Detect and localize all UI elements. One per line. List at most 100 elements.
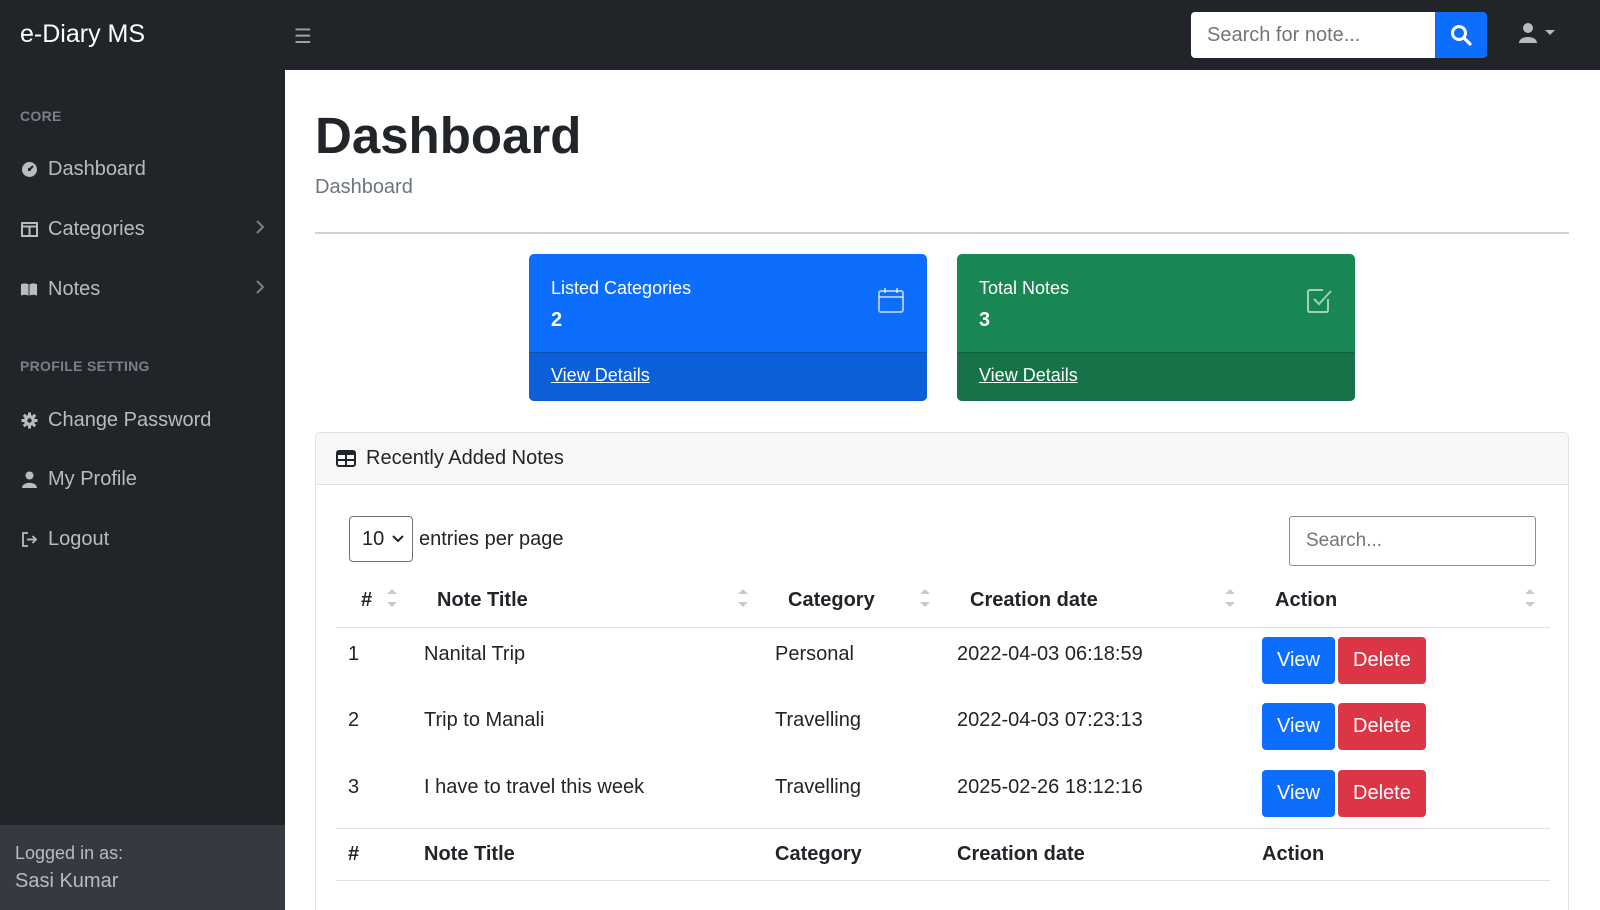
divider [315, 232, 1569, 234]
note-creation-date: 2022-04-03 06:18:59 [957, 642, 1143, 665]
user-icon [1519, 23, 1537, 43]
entries-label: entries per page [419, 527, 564, 550]
entries-per-page-select[interactable]: 10 [349, 516, 413, 562]
card-label: Listed Categories [551, 278, 692, 298]
delete-button[interactable]: Delete [1338, 770, 1426, 817]
table-row: 2 Trip to Manali Travelling 2022-04-03 0… [336, 694, 1550, 761]
logged-in-label: Logged in as: [15, 843, 124, 863]
sidebar-item-dashboard[interactable]: Dashboard [20, 158, 265, 181]
chevron-down-icon [392, 535, 404, 543]
sidebar-heading-core: CORE [20, 108, 62, 124]
row-actions: View Delete [1250, 627, 1550, 694]
delete-button[interactable]: Delete [1338, 636, 1426, 684]
gear-icon [20, 412, 38, 430]
note-title: Nanital Trip [424, 642, 526, 665]
sidebar-item-change-password[interactable]: Change Password [20, 409, 265, 432]
sidebar: CORE Dashboard Categories Notes PROFILE … [0, 70, 285, 910]
table-search-input[interactable] [1289, 516, 1536, 566]
view-button[interactable]: View [1262, 703, 1335, 750]
note-title: I have to travel this week [424, 776, 645, 798]
card-value: 2 [551, 309, 563, 331]
sort-icon[interactable] [1525, 589, 1535, 607]
note-search-form [1191, 12, 1487, 58]
caret-down-icon [1545, 30, 1555, 35]
footer-header-action: Action [1250, 827, 1550, 881]
note-creation-date: 2025-02-26 18:12:16 [957, 776, 1143, 798]
row-actions: View Delete [1250, 761, 1550, 828]
delete-button[interactable]: Delete [1338, 703, 1426, 750]
footer-header-creation-date: Creation date [945, 827, 1250, 881]
note-title: Trip to Manali [424, 709, 545, 731]
table-row: 3 I have to travel this week Travelling … [336, 761, 1550, 828]
brand-title[interactable]: e-Diary MS [20, 20, 145, 49]
calendar-icon [877, 286, 905, 319]
view-details-link[interactable]: View Details [551, 365, 650, 385]
sidebar-item-label: My Profile [48, 468, 137, 490]
note-search-input[interactable] [1191, 12, 1435, 58]
sidebar-item-label: Notes [48, 278, 101, 300]
view-button[interactable]: View [1262, 770, 1335, 817]
book-icon [20, 281, 38, 299]
card-value: 3 [979, 309, 991, 331]
sidebar-item-notes[interactable]: Notes [20, 278, 265, 301]
panel-title: Recently Added Notes [366, 447, 564, 469]
row-number: 1 [348, 642, 360, 665]
chevron-right-icon [255, 218, 265, 241]
note-category: Travelling [775, 709, 861, 731]
column-header-note-title[interactable]: Note Title [412, 575, 763, 628]
sidebar-item-logout[interactable]: Logout [20, 528, 265, 551]
note-creation-date: 2022-04-03 07:23:13 [957, 709, 1143, 731]
columns-icon [20, 221, 38, 239]
breadcrumb: Dashboard [315, 176, 413, 198]
footer-header-category: Category [763, 827, 945, 881]
sidebar-item-label: Logout [48, 528, 110, 550]
sidebar-heading-profile-setting: PROFILE SETTING [20, 358, 150, 374]
column-header-action[interactable]: Action [1250, 575, 1550, 628]
check-square-icon [1305, 286, 1333, 319]
view-button[interactable]: View [1262, 636, 1335, 684]
sidebar-item-categories[interactable]: Categories [20, 218, 265, 241]
sidebar-item-label: Change Password [48, 409, 212, 431]
table-row: 1 Nanital Trip Personal 2022-04-03 06:18… [336, 627, 1550, 694]
table-icon [336, 450, 356, 467]
logged-in-user-name: Sasi Kumar [15, 870, 119, 892]
sort-icon[interactable] [1225, 589, 1235, 607]
sidebar-item-my-profile[interactable]: My Profile [20, 468, 265, 491]
entries-value: 10 [362, 527, 385, 550]
user-menu-dropdown[interactable] [1518, 22, 1556, 44]
row-number: 2 [348, 709, 360, 731]
column-header-creation-date[interactable]: Creation date [945, 575, 1250, 628]
footer-header-number: # [336, 827, 412, 881]
total-notes-card: Total Notes 3 View Details [957, 254, 1355, 401]
recent-notes-panel: Recently Added Notes 10 entries per page… [315, 432, 1569, 910]
top-navbar: e-Diary MS ☰ [0, 0, 1600, 70]
sort-icon[interactable] [920, 589, 930, 607]
notes-table: # Note Title Category Creation date Acti… [336, 575, 1550, 881]
logout-icon [20, 531, 38, 549]
panel-header: Recently Added Notes [316, 433, 1568, 485]
search-button[interactable] [1435, 12, 1487, 58]
search-icon [1451, 25, 1472, 46]
card-label: Total Notes [979, 278, 1070, 298]
sort-icon[interactable] [738, 589, 748, 607]
listed-categories-card: Listed Categories 2 View Details [529, 254, 927, 401]
view-details-link[interactable]: View Details [979, 365, 1078, 385]
row-number: 3 [348, 776, 360, 798]
column-header-category[interactable]: Category [763, 575, 945, 628]
user-icon [20, 471, 38, 489]
sidebar-toggle-icon[interactable]: ☰ [294, 24, 312, 49]
note-category: Personal [775, 642, 854, 665]
chevron-right-icon [255, 278, 265, 301]
row-actions: View Delete [1250, 694, 1550, 761]
page-title: Dashboard [315, 107, 582, 164]
table-footer-row: # Note Title Category Creation date Acti… [336, 827, 1550, 881]
dashboard-icon [20, 161, 38, 179]
note-category: Travelling [775, 776, 861, 798]
sidebar-item-label: Categories [48, 218, 145, 240]
sidebar-footer: Logged in as: Sasi Kumar [0, 825, 285, 910]
sort-icon[interactable] [387, 589, 397, 607]
sidebar-item-label: Dashboard [48, 158, 146, 180]
main-content: Dashboard Dashboard Listed Categories 2 … [285, 70, 1600, 910]
footer-header-note-title: Note Title [412, 827, 763, 881]
column-header-number[interactable]: # [336, 575, 412, 628]
